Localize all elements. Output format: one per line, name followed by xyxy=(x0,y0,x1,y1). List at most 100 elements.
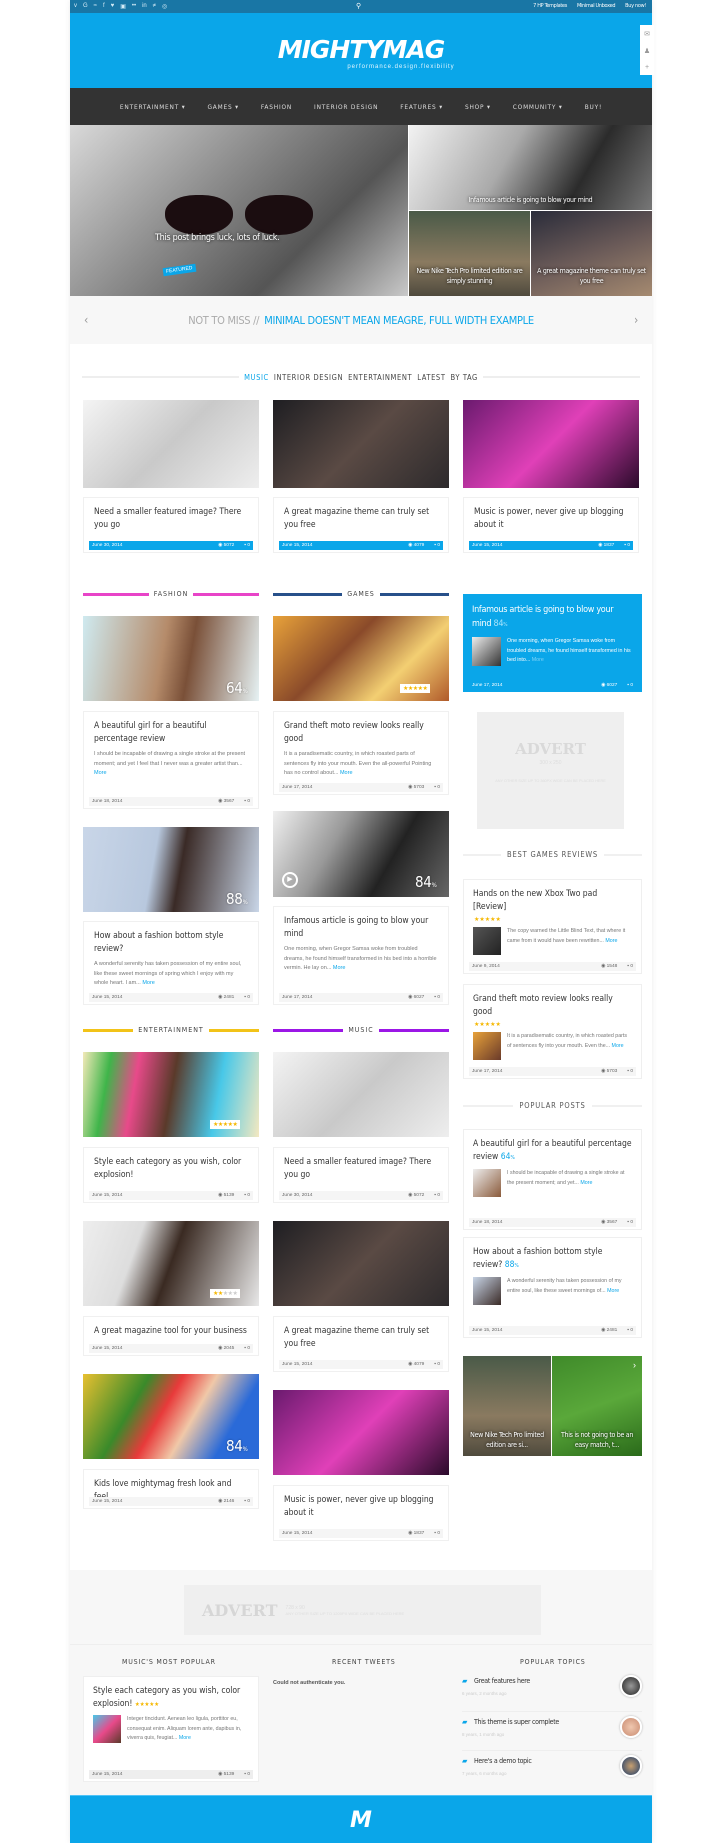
comment-count[interactable]: ▪ 0 xyxy=(244,543,250,548)
post-image[interactable] xyxy=(273,1390,449,1475)
post-thumbnail[interactable] xyxy=(473,1277,501,1305)
chevron-left-icon[interactable]: ‹ xyxy=(84,313,88,327)
avatar[interactable] xyxy=(620,1716,642,1738)
comment-count[interactable]: ▪ 0 xyxy=(434,543,440,548)
post-title[interactable]: A beautiful girl for a beautiful percent… xyxy=(464,1130,641,1165)
post-title[interactable]: Style each category as you wish, color e… xyxy=(84,1148,258,1182)
more-link[interactable]: More xyxy=(94,770,107,776)
nav-features[interactable]: FEATURES ▾ xyxy=(400,103,443,111)
comment-count[interactable]: ▪ 0 xyxy=(244,995,250,1000)
rss-icon[interactable]: ≈ xyxy=(94,3,97,10)
topic-title[interactable]: This theme is super complete xyxy=(474,1718,559,1726)
plus-icon[interactable]: + xyxy=(645,64,649,71)
advert-300x250[interactable]: ADVERT 300 x 250 ANY OTHER SIZE UP TO 36… xyxy=(477,712,624,829)
more-link[interactable]: More xyxy=(605,938,617,944)
play-icon[interactable]: ▶ xyxy=(282,872,298,888)
post-title[interactable]: Music is power, never give up blogging a… xyxy=(464,498,638,532)
chevron-right-icon[interactable]: › xyxy=(634,313,638,327)
post-title[interactable]: How about a fashion bottom style review?… xyxy=(464,1238,641,1273)
post-title[interactable]: Style each category as you wish, color e… xyxy=(84,1677,258,1711)
avatar[interactable] xyxy=(620,1755,642,1777)
more-link[interactable]: More xyxy=(340,770,353,776)
post-title[interactable]: Need a smaller featured image? There you… xyxy=(84,498,258,532)
post-title[interactable]: A great magazine theme can truly set you… xyxy=(274,498,448,532)
comment-count[interactable]: ▪ 0 xyxy=(244,1346,250,1351)
post-thumbnail[interactable] xyxy=(473,1169,501,1197)
tab-entertainment[interactable]: ENTERTAINMENT xyxy=(348,373,412,382)
dribbble-icon[interactable]: ◎ xyxy=(162,3,167,10)
post-thumbnail[interactable] xyxy=(473,927,501,955)
post-title[interactable]: How about a fashion bottom style review? xyxy=(84,922,258,956)
comment-count[interactable]: ▪ 0 xyxy=(434,1362,440,1367)
youtube-icon[interactable]: ▣ xyxy=(120,3,126,10)
vimeo-icon[interactable]: v xyxy=(74,3,77,10)
avatar[interactable] xyxy=(620,1675,642,1697)
user-icon[interactable]: ♟ xyxy=(644,47,650,55)
top-link[interactable]: Buy now! xyxy=(625,3,646,9)
mail-icon[interactable]: ✉ xyxy=(644,30,650,38)
nav-shop[interactable]: SHOP ▾ xyxy=(465,103,491,111)
hero-bottom-left-title[interactable]: New Nike Tech Pro limited edition are si… xyxy=(412,266,527,286)
post-title[interactable]: A beautiful girl for a beautiful percent… xyxy=(84,712,258,746)
not-to-miss-title[interactable]: MINIMAL DOESN'T MEAN MEAGRE, FULL WIDTH … xyxy=(264,314,534,327)
comment-count[interactable]: ▪ 0 xyxy=(244,1772,250,1777)
comment-count[interactable]: ▪ 0 xyxy=(244,1193,250,1198)
nav-entertainment[interactable]: ENTERTAINMENT ▾ xyxy=(120,103,186,111)
more-link[interactable]: More xyxy=(532,657,544,663)
comment-count[interactable]: ▪ 0 xyxy=(434,1531,440,1536)
nav-community[interactable]: COMMUNITY ▾ xyxy=(513,103,563,111)
delicious-icon[interactable]: ≠ xyxy=(153,3,156,10)
tab-interior-design[interactable]: INTERIOR DESIGN xyxy=(274,373,343,382)
comment-count[interactable]: ▪ 0 xyxy=(627,964,633,969)
more-link[interactable]: More xyxy=(333,965,346,971)
topic-title[interactable]: Great features here xyxy=(474,1677,530,1685)
post-thumbnail[interactable] xyxy=(473,1032,501,1060)
tab-music[interactable]: MUSIC xyxy=(244,373,269,382)
post-title[interactable]: Infamous article is going to blow your m… xyxy=(274,907,448,941)
linkedin-icon[interactable]: in xyxy=(142,3,147,10)
hero-main-image[interactable] xyxy=(70,125,408,296)
more-link[interactable]: More xyxy=(612,1043,624,1049)
slide-caption[interactable]: New Nike Tech Pro limited edition are si… xyxy=(465,1430,549,1450)
tab-latest[interactable]: LATEST xyxy=(417,373,445,382)
post-title[interactable]: A great magazine theme can truly set you… xyxy=(274,1317,448,1351)
post-title[interactable]: Infamous article is going to blow your m… xyxy=(463,594,642,632)
more-link[interactable]: More xyxy=(142,980,155,986)
comment-count[interactable]: ▪ 0 xyxy=(244,1499,250,1504)
post-image[interactable] xyxy=(83,400,259,488)
more-link[interactable]: More xyxy=(179,1735,191,1741)
nav-games[interactable]: GAMES ▾ xyxy=(207,103,238,111)
flickr-icon[interactable]: •• xyxy=(132,3,136,10)
site-logo[interactable]: MIGHTYMAG xyxy=(70,35,652,64)
comment-count[interactable]: ▪ 0 xyxy=(624,543,630,548)
chevron-right-icon[interactable]: › xyxy=(633,1360,636,1370)
nav-interior-design[interactable]: INTERIOR DESIGN xyxy=(314,103,378,111)
post-title[interactable]: Music is power, never give up blogging a… xyxy=(274,1486,448,1520)
nav-buy[interactable]: BUY! xyxy=(585,103,602,111)
advert-728x90[interactable]: ADVERT 728 x 90 ANY OTHER SIZE UP TO 1200… xyxy=(184,1585,541,1635)
search-icon[interactable]: ⚲ xyxy=(356,2,361,10)
twitter-icon[interactable]: ♥ xyxy=(111,3,115,10)
nav-fashion[interactable]: FASHION xyxy=(261,103,292,111)
comment-count[interactable]: ▪ 0 xyxy=(244,799,250,804)
top-link[interactable]: 7 HP Templates xyxy=(533,3,567,9)
post-title[interactable]: Grand theft moto review looks really goo… xyxy=(464,985,641,1019)
post-title[interactable]: A great magazine tool for your business xyxy=(84,1317,258,1338)
comment-count[interactable]: ▪ 0 xyxy=(627,683,633,688)
section-title[interactable]: FASHION xyxy=(154,590,189,598)
comment-count[interactable]: ▪ 0 xyxy=(627,1069,633,1074)
hero-main-title[interactable]: This post brings luck, lots of luck. xyxy=(155,233,280,243)
comment-count[interactable]: ▪ 0 xyxy=(434,1193,440,1198)
post-thumbnail[interactable] xyxy=(93,1715,121,1743)
post-title[interactable]: Grand theft moto review looks really goo… xyxy=(274,712,448,746)
comment-count[interactable]: ▪ 0 xyxy=(434,785,440,790)
comment-count[interactable]: ▪ 0 xyxy=(627,1220,633,1225)
post-title[interactable]: Need a smaller featured image? There you… xyxy=(274,1148,448,1182)
tab-by-tag[interactable]: BY TAG xyxy=(451,373,478,382)
section-title[interactable]: ENTERTAINMENT xyxy=(138,1026,204,1034)
facebook-icon[interactable]: f xyxy=(103,3,105,10)
google-icon[interactable]: G xyxy=(83,3,88,10)
more-link[interactable]: More xyxy=(607,1288,619,1294)
comment-count[interactable]: ▪ 0 xyxy=(627,1328,633,1333)
slide-caption[interactable]: This is not going to be an easy match, t… xyxy=(555,1430,639,1450)
